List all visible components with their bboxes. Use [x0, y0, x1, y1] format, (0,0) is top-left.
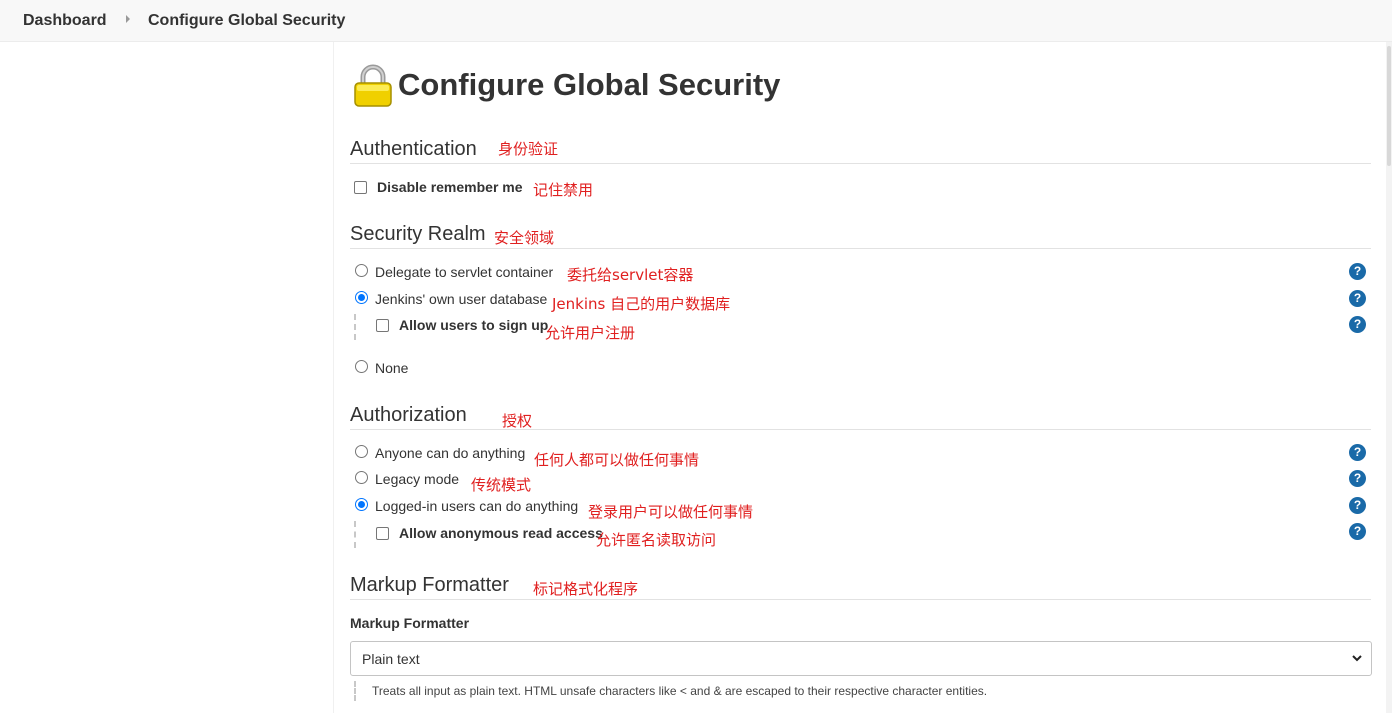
section-divider: [350, 599, 1371, 600]
section-divider: [350, 248, 1371, 249]
section-divider: [350, 429, 1371, 430]
authz-legacy-radio[interactable]: [355, 471, 368, 484]
nested-options-guide: [354, 681, 356, 701]
authz-anyone-radio[interactable]: [355, 445, 368, 458]
allow-anonymous-read-checkbox[interactable]: [376, 527, 389, 540]
chevron-right-icon: [126, 15, 130, 23]
help-icon[interactable]: ?: [1349, 316, 1366, 333]
markup-formatter-description: Treats all input as plain text. HTML uns…: [372, 684, 988, 698]
help-icon[interactable]: ?: [1349, 290, 1366, 307]
help-icon[interactable]: ?: [1349, 523, 1366, 540]
section-authentication-title: Authentication: [350, 138, 477, 160]
annotation-authentication: 身份验证: [498, 140, 559, 158]
markup-formatter-field-label: Markup Formatter: [350, 615, 470, 631]
annotation-realm-jenkins-db: Jenkins 自己的用户数据库: [552, 295, 731, 313]
authz-logged-in-label[interactable]: Logged-in users can do anything: [375, 498, 578, 514]
section-divider: [350, 163, 1371, 164]
breadcrumb-dashboard-link[interactable]: Dashboard: [23, 12, 107, 30]
annotation-authz-logged-in: 登录用户可以做任何事情: [588, 503, 754, 521]
realm-jenkins-db-label[interactable]: Jenkins' own user database: [375, 291, 547, 307]
annotation-authz-anyone: 任何人都可以做任何事情: [534, 451, 700, 469]
markup-formatter-selected-value: Plain text: [362, 651, 420, 667]
allow-signup-checkbox[interactable]: [376, 319, 389, 332]
realm-jenkins-db-radio[interactable]: [355, 291, 368, 304]
section-security-realm-title: Security Realm: [350, 223, 486, 245]
annotation-disable-remember-me: 记住禁用: [533, 181, 594, 199]
section-authorization-title: Authorization: [350, 404, 467, 426]
breadcrumb: Dashboard Configure Global Security: [0, 0, 1392, 42]
help-icon[interactable]: ?: [1349, 263, 1366, 280]
annotation-markup-formatter: 标记格式化程序: [533, 580, 639, 598]
side-panel: [0, 42, 334, 713]
annotation-authz-legacy: 传统模式: [471, 476, 532, 494]
help-icon[interactable]: ?: [1349, 470, 1366, 487]
page-scrollbar[interactable]: [1386, 42, 1392, 713]
authz-logged-in-radio[interactable]: [355, 498, 368, 511]
breadcrumb-current-page: Configure Global Security: [148, 12, 346, 29]
authz-anyone-label[interactable]: Anyone can do anything: [375, 445, 525, 461]
chevron-down-icon: [1352, 655, 1362, 662]
realm-servlet-radio[interactable]: [355, 264, 368, 277]
section-markup-formatter-title: Markup Formatter: [350, 574, 509, 596]
disable-remember-me-label[interactable]: Disable remember me: [377, 179, 523, 195]
annotation-allow-signup: 允许用户注册: [545, 324, 636, 342]
annotation-authorization: 授权: [502, 412, 533, 430]
help-icon[interactable]: ?: [1349, 444, 1366, 461]
authz-legacy-label[interactable]: Legacy mode: [375, 471, 459, 487]
help-icon[interactable]: ?: [1349, 497, 1366, 514]
annotation-security-realm: 安全领域: [494, 229, 555, 247]
markup-formatter-select[interactable]: Plain text: [350, 641, 1372, 676]
allow-anonymous-read-label[interactable]: Allow anonymous read access: [399, 525, 603, 541]
disable-remember-me-checkbox[interactable]: [354, 181, 367, 194]
nested-options-guide: [354, 521, 356, 548]
annotation-allow-anonymous-read: 允许匿名读取访问: [596, 531, 717, 549]
realm-none-radio[interactable]: [355, 360, 368, 373]
annotation-realm-servlet: 委托给servlet容器: [567, 266, 694, 284]
allow-signup-label[interactable]: Allow users to sign up: [399, 317, 548, 333]
scrollbar-thumb[interactable]: [1387, 46, 1391, 166]
realm-none-label[interactable]: None: [375, 360, 408, 376]
page-title: Configure Global Security: [398, 67, 781, 102]
realm-servlet-label[interactable]: Delegate to servlet container: [375, 264, 553, 280]
nested-options-guide: [354, 314, 356, 340]
lock-icon: [354, 64, 392, 107]
